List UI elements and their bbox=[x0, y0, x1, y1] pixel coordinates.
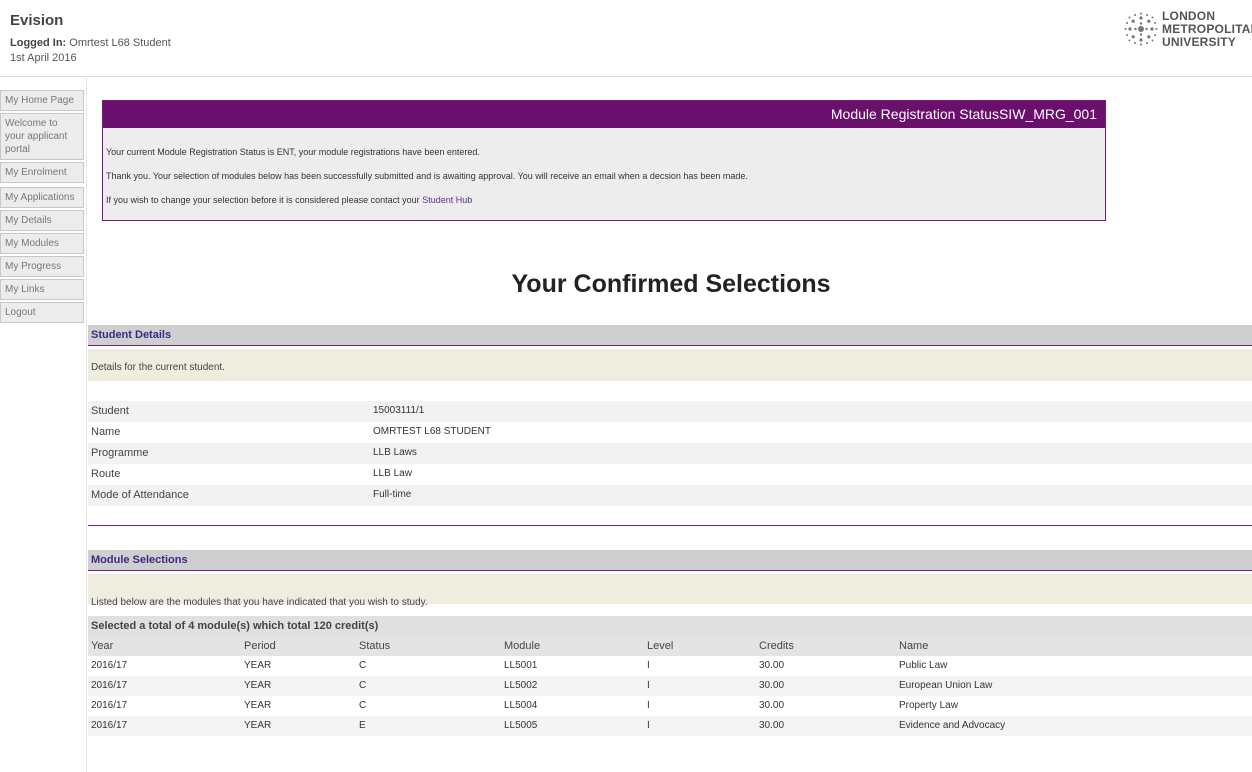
sidebar-item-home[interactable]: My Home Page bbox=[0, 90, 84, 111]
column-header-period: Period bbox=[244, 640, 276, 652]
cell-level: I bbox=[647, 720, 650, 731]
logged-in-info: Logged In: Omrtest L68 Student bbox=[10, 37, 171, 49]
student-details-border bbox=[88, 525, 1252, 526]
detail-value: LLB Laws bbox=[373, 447, 417, 458]
cell-status: C bbox=[359, 680, 367, 691]
detail-label: Mode of Attendance bbox=[91, 489, 189, 501]
detail-row: Mode of Attendance Full-time bbox=[88, 485, 1252, 506]
detail-row: Student 15003111/1 bbox=[88, 401, 1252, 422]
detail-row: Name OMRTEST L68 STUDENT bbox=[88, 422, 1252, 443]
current-date: 1st April 2016 bbox=[10, 52, 77, 64]
cell-status: E bbox=[359, 720, 366, 731]
cell-credits: 30.00 bbox=[759, 720, 785, 731]
cell-name: Property Law bbox=[899, 700, 958, 711]
detail-label: Name bbox=[91, 426, 121, 438]
content-divider bbox=[86, 78, 87, 772]
logo-text: LONDON METROPOLITAN UNIVERSITY bbox=[1162, 10, 1252, 49]
detail-value: LLB Law bbox=[373, 468, 412, 479]
submission-message: Thank you. Your selection of modules bel… bbox=[106, 171, 748, 181]
logged-in-label: Logged In: bbox=[10, 37, 67, 49]
cell-status: C bbox=[359, 700, 367, 711]
module-selections-panel: Module Selections Listed below are the m… bbox=[88, 550, 1252, 736]
user-name: Omrtest L68 Student bbox=[69, 37, 171, 49]
cell-year: 2016/17 bbox=[91, 660, 128, 671]
column-header-year: Year bbox=[91, 640, 114, 652]
description-text: Details for the current student. bbox=[91, 362, 225, 373]
detail-label: Programme bbox=[91, 447, 149, 459]
page-header: Evision Logged In: Omrtest L68 Student 1… bbox=[0, 0, 1252, 77]
column-header-level: Level bbox=[647, 640, 674, 652]
cell-module: LL5002 bbox=[504, 680, 538, 691]
registration-status-box: Module Registration StatusSIW_MRG_001 Yo… bbox=[102, 100, 1106, 221]
selection-summary: Selected a total of 4 module(s) which to… bbox=[88, 616, 1252, 636]
cell-name: European Union Law bbox=[899, 680, 993, 691]
seal-icon bbox=[1124, 12, 1158, 46]
student-details-heading: Student Details bbox=[91, 329, 172, 341]
table-row: 2016/17 YEAR C LL5004 I 30.00 Property L… bbox=[88, 696, 1252, 716]
cell-level: I bbox=[647, 700, 650, 711]
cell-year: 2016/17 bbox=[91, 720, 128, 731]
student-details-description: Details for the current student. bbox=[88, 349, 1252, 381]
student-details-header: Student Details bbox=[88, 325, 1252, 346]
student-details-panel: Student Details Details for the current … bbox=[88, 325, 1252, 506]
cell-module: LL5001 bbox=[504, 660, 538, 671]
cell-period: YEAR bbox=[244, 700, 272, 711]
status-message: Your current Module Registration Status … bbox=[106, 147, 480, 157]
column-header-name: Name bbox=[899, 640, 929, 652]
detail-value: OMRTEST L68 STUDENT bbox=[373, 426, 491, 437]
university-logo: LONDON METROPOLITAN UNIVERSITY bbox=[1124, 10, 1252, 60]
cell-credits: 30.00 bbox=[759, 700, 785, 711]
detail-row: Route LLB Law bbox=[88, 464, 1252, 485]
detail-label: Student bbox=[91, 405, 129, 417]
sidebar-item-details[interactable]: My Details bbox=[0, 210, 84, 231]
student-hub-link[interactable]: Student Hub bbox=[422, 195, 472, 205]
cell-name: Public Law bbox=[899, 660, 948, 671]
module-selections-header: Module Selections bbox=[88, 550, 1252, 571]
cell-year: 2016/17 bbox=[91, 700, 128, 711]
cell-period: YEAR bbox=[244, 680, 272, 691]
cell-period: YEAR bbox=[244, 720, 272, 731]
contact-text: If you wish to change your selection bef… bbox=[106, 195, 423, 205]
sidebar-item-applicant-portal[interactable]: Welcome to your applicant portal bbox=[0, 113, 84, 160]
cell-year: 2016/17 bbox=[91, 680, 128, 691]
column-header-module: Module bbox=[504, 640, 541, 652]
table-header-row: Year Period Status Module Level Credits … bbox=[88, 636, 1252, 656]
cell-level: I bbox=[647, 680, 650, 691]
cell-credits: 30.00 bbox=[759, 660, 785, 671]
cell-period: YEAR bbox=[244, 660, 272, 671]
status-title: Module Registration StatusSIW_MRG_001 bbox=[830, 106, 1097, 122]
table-row: 2016/17 YEAR C LL5002 I 30.00 European U… bbox=[88, 676, 1252, 696]
module-selections-heading: Module Selections bbox=[91, 554, 188, 566]
detail-label: Route bbox=[91, 468, 121, 480]
cell-name: Evidence and Advocacy bbox=[899, 720, 1006, 731]
sidebar-item-enrolment[interactable]: My Enrolment bbox=[0, 162, 84, 183]
cell-status: C bbox=[359, 660, 367, 671]
cell-level: I bbox=[647, 660, 650, 671]
table-row: 2016/17 YEAR E LL5005 I 30.00 Evidence a… bbox=[88, 716, 1252, 736]
page-title: Your Confirmed Selections bbox=[511, 270, 831, 298]
cell-credits: 30.00 bbox=[759, 680, 785, 691]
description-text: Listed below are the modules that you ha… bbox=[91, 597, 428, 608]
cell-module: LL5005 bbox=[504, 720, 538, 731]
status-header: Module Registration StatusSIW_MRG_001 bbox=[103, 101, 1105, 128]
sidebar-item-logout[interactable]: Logout bbox=[0, 302, 84, 323]
column-header-status: Status bbox=[359, 640, 391, 652]
logo-line: UNIVERSITY bbox=[1162, 35, 1237, 49]
column-header-credits: Credits bbox=[759, 640, 794, 652]
detail-row: Programme LLB Laws bbox=[88, 443, 1252, 464]
summary-text: Selected a total of 4 module(s) which to… bbox=[91, 620, 379, 632]
contact-message: If you wish to change your selection bef… bbox=[106, 195, 472, 205]
cell-module: LL5004 bbox=[504, 700, 538, 711]
sidebar-item-applications[interactable]: My Applications bbox=[0, 187, 84, 208]
detail-value: Full-time bbox=[373, 489, 412, 500]
detail-value: 15003111/1 bbox=[373, 405, 425, 416]
app-title: Evision bbox=[10, 12, 64, 29]
module-selections-description: Listed below are the modules that you ha… bbox=[88, 574, 1252, 608]
sidebar-item-modules[interactable]: My Modules bbox=[0, 233, 84, 254]
table-row: 2016/17 YEAR C LL5001 I 30.00 Public Law bbox=[88, 656, 1252, 676]
